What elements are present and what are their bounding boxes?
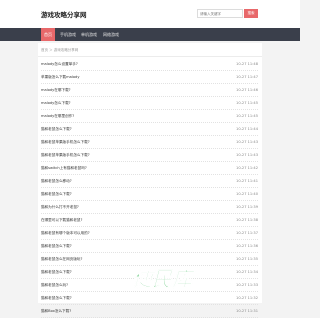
list-item-date: 10-27 11:35 [236, 257, 258, 261]
list-item-date: 10-27 11:37 [236, 231, 258, 235]
site-header: 游戏攻略分享网 搜索 [0, 0, 300, 28]
list-item-date: 10-27 11:43 [236, 153, 258, 157]
nav-item-standalone-games[interactable]: 单机游戏 [79, 28, 99, 41]
list-item-date: 10-27 11:33 [236, 283, 258, 287]
list-item-title[interactable]: 猫和switch上有猫和老鼠吗? [41, 165, 87, 171]
list-item-date: 10-27 11:32 [236, 296, 258, 300]
breadcrumb[interactable]: 首页 ＞ 游戏攻略分享网 [41, 46, 78, 54]
list-item-date: 10-27 11:38 [236, 218, 258, 222]
list-item-title[interactable]: 猫和老鼠怎么在网页版玩? [41, 256, 82, 262]
list-item-title[interactable]: malody怎么设置单手? [41, 61, 78, 67]
list-item-title[interactable]: 猫和老鼠怎么下载? [41, 295, 72, 301]
list-item-title[interactable]: 猫和Box怎么下载? [41, 308, 71, 314]
list-item[interactable]: 猫和老鼠苹果版手机怎么下载? 10-27 11:43 [38, 149, 262, 162]
watermark-logo: 便民库 [132, 267, 197, 291]
list-item-title[interactable]: 在哪里可以下载猫和老鼠? [41, 217, 82, 223]
list-item-title[interactable]: malody在哪里创作? [41, 113, 74, 119]
list-item-date: 10-27 11:42 [236, 166, 258, 170]
list-item-title[interactable]: 猫和老鼠怎么下载? [41, 269, 72, 275]
watermark-text: 便民库 [132, 267, 196, 291]
list-item[interactable]: malody在哪里创作? 10-27 11:45 [38, 110, 262, 123]
list-item[interactable]: 猫和老鼠怎么下载? 10-27 11:32 [38, 292, 262, 305]
list-item-date: 10-27 11:45 [236, 114, 258, 118]
divider [38, 56, 262, 57]
list-item-date: 10-27 11:31 [236, 309, 258, 313]
list-item-title[interactable]: 猫和老鼠怎么下载? [41, 191, 72, 197]
list-item-title[interactable]: 猫和老鼠苹果版手机怎么下载? [41, 152, 90, 158]
list-item-date: 10-27 11:34 [236, 270, 258, 274]
list-item-date: 10-27 11:47 [236, 75, 258, 79]
list-item-title[interactable]: malody怎么下载? [41, 100, 71, 106]
list-item[interactable]: malody在哪下载? 10-27 11:46 [38, 84, 262, 97]
list-item-date: 10-27 11:44 [236, 127, 258, 131]
list-item-date: 10-27 11:46 [236, 88, 258, 92]
list-item[interactable]: 猫和老鼠怎么下载? 10-27 11:40 [38, 188, 262, 201]
list-item-title[interactable]: malody在哪下载? [41, 87, 71, 93]
list-item-title[interactable]: 猫和老鼠怎么移动? [41, 178, 72, 184]
list-item[interactable]: 猫和老鼠怎么下载? 10-27 11:44 [38, 123, 262, 136]
list-item-title[interactable]: 猫和老鼠有哪个版本可以用的? [41, 230, 90, 236]
list-item-date: 10-27 11:41 [236, 179, 258, 183]
list-item-title[interactable]: 猫和老鼠怎么下载? [41, 126, 72, 132]
list-item[interactable]: 猫和老鼠怎么下载? 10-27 11:36 [38, 240, 262, 253]
list-item-title[interactable]: 猫和老鼠怎么下载? [41, 243, 72, 249]
list-item-title[interactable]: 苹果版怎么下载malody [41, 74, 79, 80]
list-item-date: 10-27 11:45 [236, 101, 258, 105]
list-item[interactable]: 猫和老鼠怎么移动? 10-27 11:41 [38, 175, 262, 188]
search-input[interactable] [197, 9, 243, 18]
list-item-title[interactable]: 猫和老鼠怎么玩? [41, 282, 68, 288]
list-item[interactable]: 苹果版怎么下载malody 10-27 11:47 [38, 71, 262, 84]
list-item-title[interactable]: 猫和为什么打不开老鼠? [41, 204, 79, 210]
list-item-date: 10-27 11:36 [236, 244, 258, 248]
main-navbar: 首页 手机游戏 单机游戏 网络游戏 [0, 28, 300, 41]
article-list-panel: 首页 ＞ 游戏攻略分享网 malody怎么设置单手? 10-27 11:48 苹果… [38, 43, 262, 318]
nav-item-online-games[interactable]: 网络游戏 [101, 28, 121, 41]
list-item[interactable]: 在哪里可以下载猫和老鼠? 10-27 11:38 [38, 214, 262, 227]
list-item-date: 10-27 11:39 [236, 205, 258, 209]
list-item[interactable]: 猫和switch上有猫和老鼠吗? 10-27 11:42 [38, 162, 262, 175]
search-button[interactable]: 搜索 [244, 9, 258, 18]
list-item[interactable]: malody怎么设置单手? 10-27 11:48 [38, 58, 262, 71]
list-item[interactable]: 猫和Box怎么下载? 10-27 11:31 [38, 305, 262, 318]
list-item[interactable]: 猫和老鼠苹果版手机怎么下载? 10-27 11:43 [38, 136, 262, 149]
list-item[interactable]: 猫和为什么打不开老鼠? 10-27 11:39 [38, 201, 262, 214]
nav-item-home[interactable]: 首页 [41, 28, 55, 41]
nav-item-mobile-games[interactable]: 手机游戏 [58, 28, 78, 41]
list-item[interactable]: 猫和老鼠有哪个版本可以用的? 10-27 11:37 [38, 227, 262, 240]
site-logo[interactable]: 游戏攻略分享网 [41, 9, 87, 19]
list-item-date: 10-27 11:40 [236, 192, 258, 196]
list-item[interactable]: malody怎么下载? 10-27 11:45 [38, 97, 262, 110]
list-item-title[interactable]: 猫和老鼠苹果版手机怎么下载? [41, 139, 90, 145]
list-item-date: 10-27 11:43 [236, 140, 258, 144]
list-item-date: 10-27 11:48 [236, 62, 258, 66]
